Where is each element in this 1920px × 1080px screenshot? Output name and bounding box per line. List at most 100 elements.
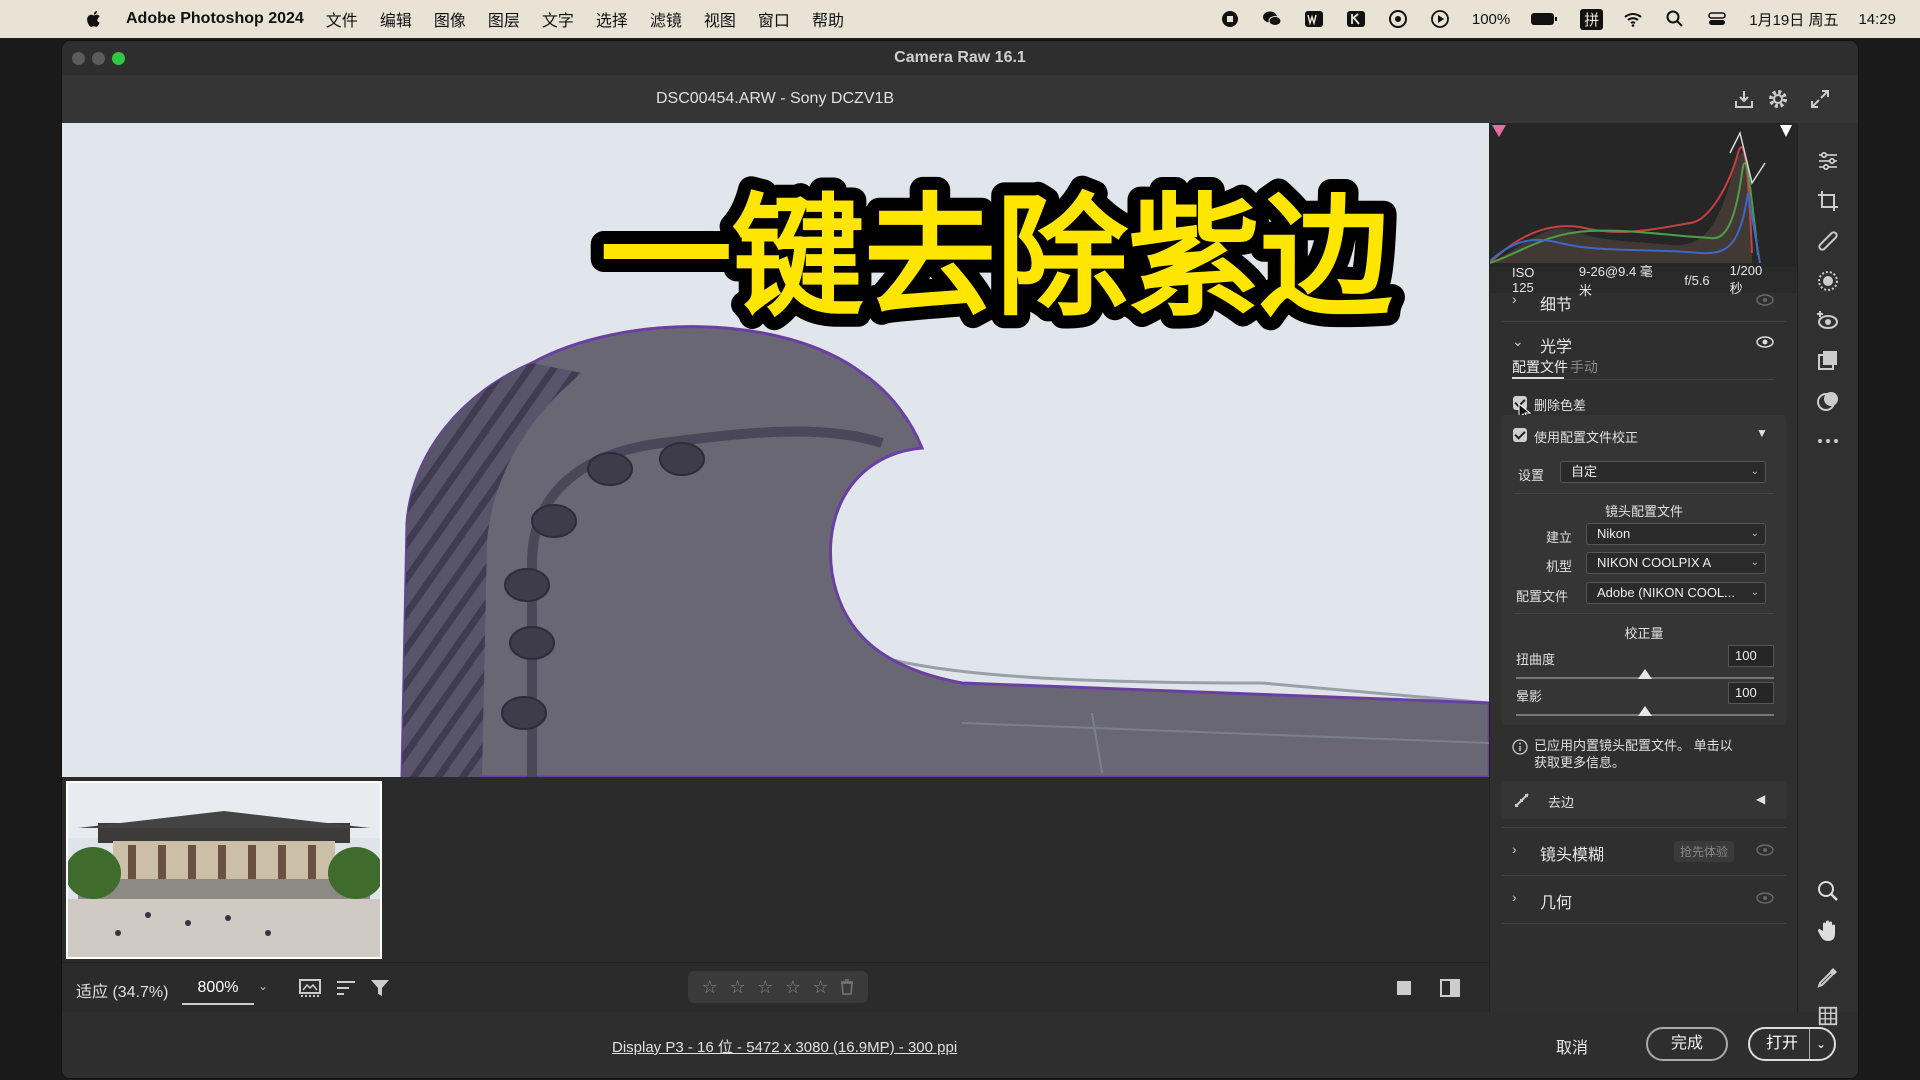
window-close-button[interactable]	[72, 52, 85, 65]
filter-icon[interactable]	[368, 976, 392, 1000]
single-view-icon[interactable]	[1392, 976, 1416, 1000]
section-lens-blur[interactable]: › 镜头模糊 抢先体验	[1490, 829, 1798, 875]
zoom-icon[interactable]	[1816, 879, 1840, 903]
divider	[1502, 875, 1786, 876]
use-profile-correction-checkbox[interactable]	[1513, 428, 1527, 442]
play-icon[interactable]	[1430, 9, 1450, 29]
star-3-icon[interactable]: ☆	[757, 977, 773, 998]
profile-dropdown[interactable]: Adobe (NIKON COOL... ⌄	[1586, 582, 1766, 604]
defringe-icon	[1515, 793, 1529, 807]
model-dropdown-value: NIKON COOLPIX A	[1597, 555, 1712, 570]
histogram	[1489, 123, 1798, 267]
defringe-group[interactable]	[1502, 781, 1786, 819]
tab-profile[interactable]: 配置文件	[1512, 357, 1568, 377]
fit-zoom-option[interactable]: 适应 (34.7%)	[76, 978, 168, 1002]
vignetting-value-field[interactable]: 100	[1728, 682, 1774, 704]
filmstrip-thumbnail[interactable]	[66, 781, 382, 959]
star-5-icon[interactable]: ☆	[813, 977, 829, 998]
window-zoom-button[interactable]	[112, 52, 125, 65]
visibility-eye-icon[interactable]	[1756, 293, 1774, 307]
distortion-value-field[interactable]: 100	[1728, 645, 1774, 667]
control-center-icon[interactable]	[1707, 9, 1727, 29]
distortion-slider-thumb[interactable]	[1638, 669, 1652, 679]
battery-icon[interactable]	[1530, 9, 1558, 29]
star-rating[interactable]: ☆ ☆ ☆ ☆ ☆	[688, 971, 868, 1003]
setup-label: 设置	[1518, 468, 1545, 483]
visibility-eye-icon[interactable]	[1756, 891, 1774, 905]
done-button[interactable]: 完成	[1646, 1027, 1728, 1061]
app-name-menu[interactable]: Adobe Photoshop 2024	[126, 10, 304, 28]
menu-help[interactable]: 帮助	[812, 7, 844, 31]
workflow-options-link[interactable]: Display P3 - 16 位 - 5472 x 3080 (16.9MP)…	[612, 1036, 957, 1057]
image-preview[interactable]: 一键去除紫边 一键去除紫边	[62, 123, 1489, 777]
more-icon[interactable]	[1816, 429, 1840, 453]
expand-triangle-icon[interactable]: ◀	[1756, 792, 1765, 806]
vignetting-slider-thumb[interactable]	[1638, 706, 1652, 716]
sort-icon[interactable]	[334, 976, 358, 1000]
snapshots-icon[interactable]	[1816, 349, 1840, 373]
filmstrip-view-icon[interactable]	[298, 976, 322, 1000]
menu-filter[interactable]: 滤镜	[650, 7, 682, 31]
visibility-eye-icon[interactable]	[1756, 335, 1774, 349]
menu-type[interactable]: 文字	[542, 7, 574, 31]
zoom-level-field[interactable]: 800%	[182, 971, 254, 1005]
info-icon	[1512, 739, 1528, 755]
hand-icon[interactable]	[1816, 919, 1840, 943]
w-app-icon[interactable]	[1304, 9, 1324, 29]
setup-dropdown[interactable]: 自定 ⌄	[1560, 461, 1766, 483]
collapse-triangle-icon[interactable]: ▼	[1756, 426, 1768, 440]
k-app-icon[interactable]	[1346, 9, 1366, 29]
search-icon[interactable]	[1665, 9, 1685, 29]
filmstrip	[62, 777, 1489, 962]
heal-brush-icon[interactable]	[1816, 229, 1840, 253]
apple-logo-icon[interactable]	[84, 9, 104, 29]
window-titlebar: Camera Raw 16.1	[62, 41, 1858, 75]
presets-icon[interactable]	[1816, 389, 1840, 413]
visibility-eye-icon[interactable]	[1756, 843, 1774, 857]
make-dropdown[interactable]: Nikon ⌄	[1586, 523, 1766, 545]
file-header: DSC00454.ARW - Sony DCZV1B	[62, 75, 1858, 123]
menu-file[interactable]: 文件	[326, 7, 358, 31]
profile-info-text-line2[interactable]: 获取更多信息。	[1534, 752, 1625, 771]
gear-icon[interactable]	[1766, 87, 1790, 111]
zoom-dropdown-chevron-icon[interactable]: ⌄	[258, 979, 268, 993]
open-button[interactable]: 打开 ⌄	[1748, 1027, 1836, 1061]
wechat-icon[interactable]	[1262, 9, 1282, 29]
before-after-icon[interactable]	[1438, 976, 1462, 1000]
edit-sliders-icon[interactable]	[1816, 149, 1840, 173]
divider	[1564, 379, 1774, 380]
chevron-right-icon: ›	[1512, 841, 1517, 857]
star-1-icon[interactable]: ☆	[702, 977, 718, 998]
star-2-icon[interactable]: ☆	[729, 977, 745, 998]
divider	[1514, 493, 1774, 494]
red-eye-icon[interactable]	[1816, 309, 1840, 333]
input-method-indicator[interactable]: 拼	[1580, 8, 1604, 30]
menu-view[interactable]: 视图	[704, 7, 736, 31]
aperture-value: f/5.6	[1684, 272, 1710, 288]
cloud-icon[interactable]	[1388, 9, 1408, 29]
menu-select[interactable]: 选择	[596, 7, 628, 31]
record-icon[interactable]	[1220, 9, 1240, 29]
star-4-icon[interactable]: ☆	[785, 977, 801, 998]
window-minimize-button[interactable]	[92, 52, 105, 65]
crop-icon[interactable]	[1816, 189, 1840, 213]
menu-image[interactable]: 图像	[434, 7, 466, 31]
mask-icon[interactable]	[1816, 269, 1840, 293]
wifi-icon[interactable]	[1623, 9, 1643, 29]
menu-edit[interactable]: 编辑	[380, 7, 412, 31]
profile-label: 配置文件	[1516, 589, 1569, 604]
menu-window[interactable]: 窗口	[758, 7, 790, 31]
fullscreen-icon[interactable]	[1808, 87, 1832, 111]
tab-manual[interactable]: 手动	[1570, 357, 1598, 377]
grid-icon[interactable]	[1816, 1005, 1840, 1027]
open-button-label: 打开	[1766, 1035, 1799, 1052]
save-image-icon[interactable]	[1732, 87, 1756, 111]
menu-layer[interactable]: 图层	[488, 7, 520, 31]
open-options-chevron-icon[interactable]: ⌄	[1808, 1029, 1826, 1059]
trash-icon[interactable]	[840, 979, 854, 995]
highlight-clipping-warning-icon	[1780, 125, 1792, 137]
cancel-button[interactable]: 取消	[1556, 1034, 1588, 1058]
section-geometry[interactable]: › 几何	[1490, 877, 1798, 923]
model-dropdown[interactable]: NIKON COOLPIX A ⌄	[1586, 552, 1766, 574]
color-sampler-icon[interactable]	[1816, 965, 1840, 989]
